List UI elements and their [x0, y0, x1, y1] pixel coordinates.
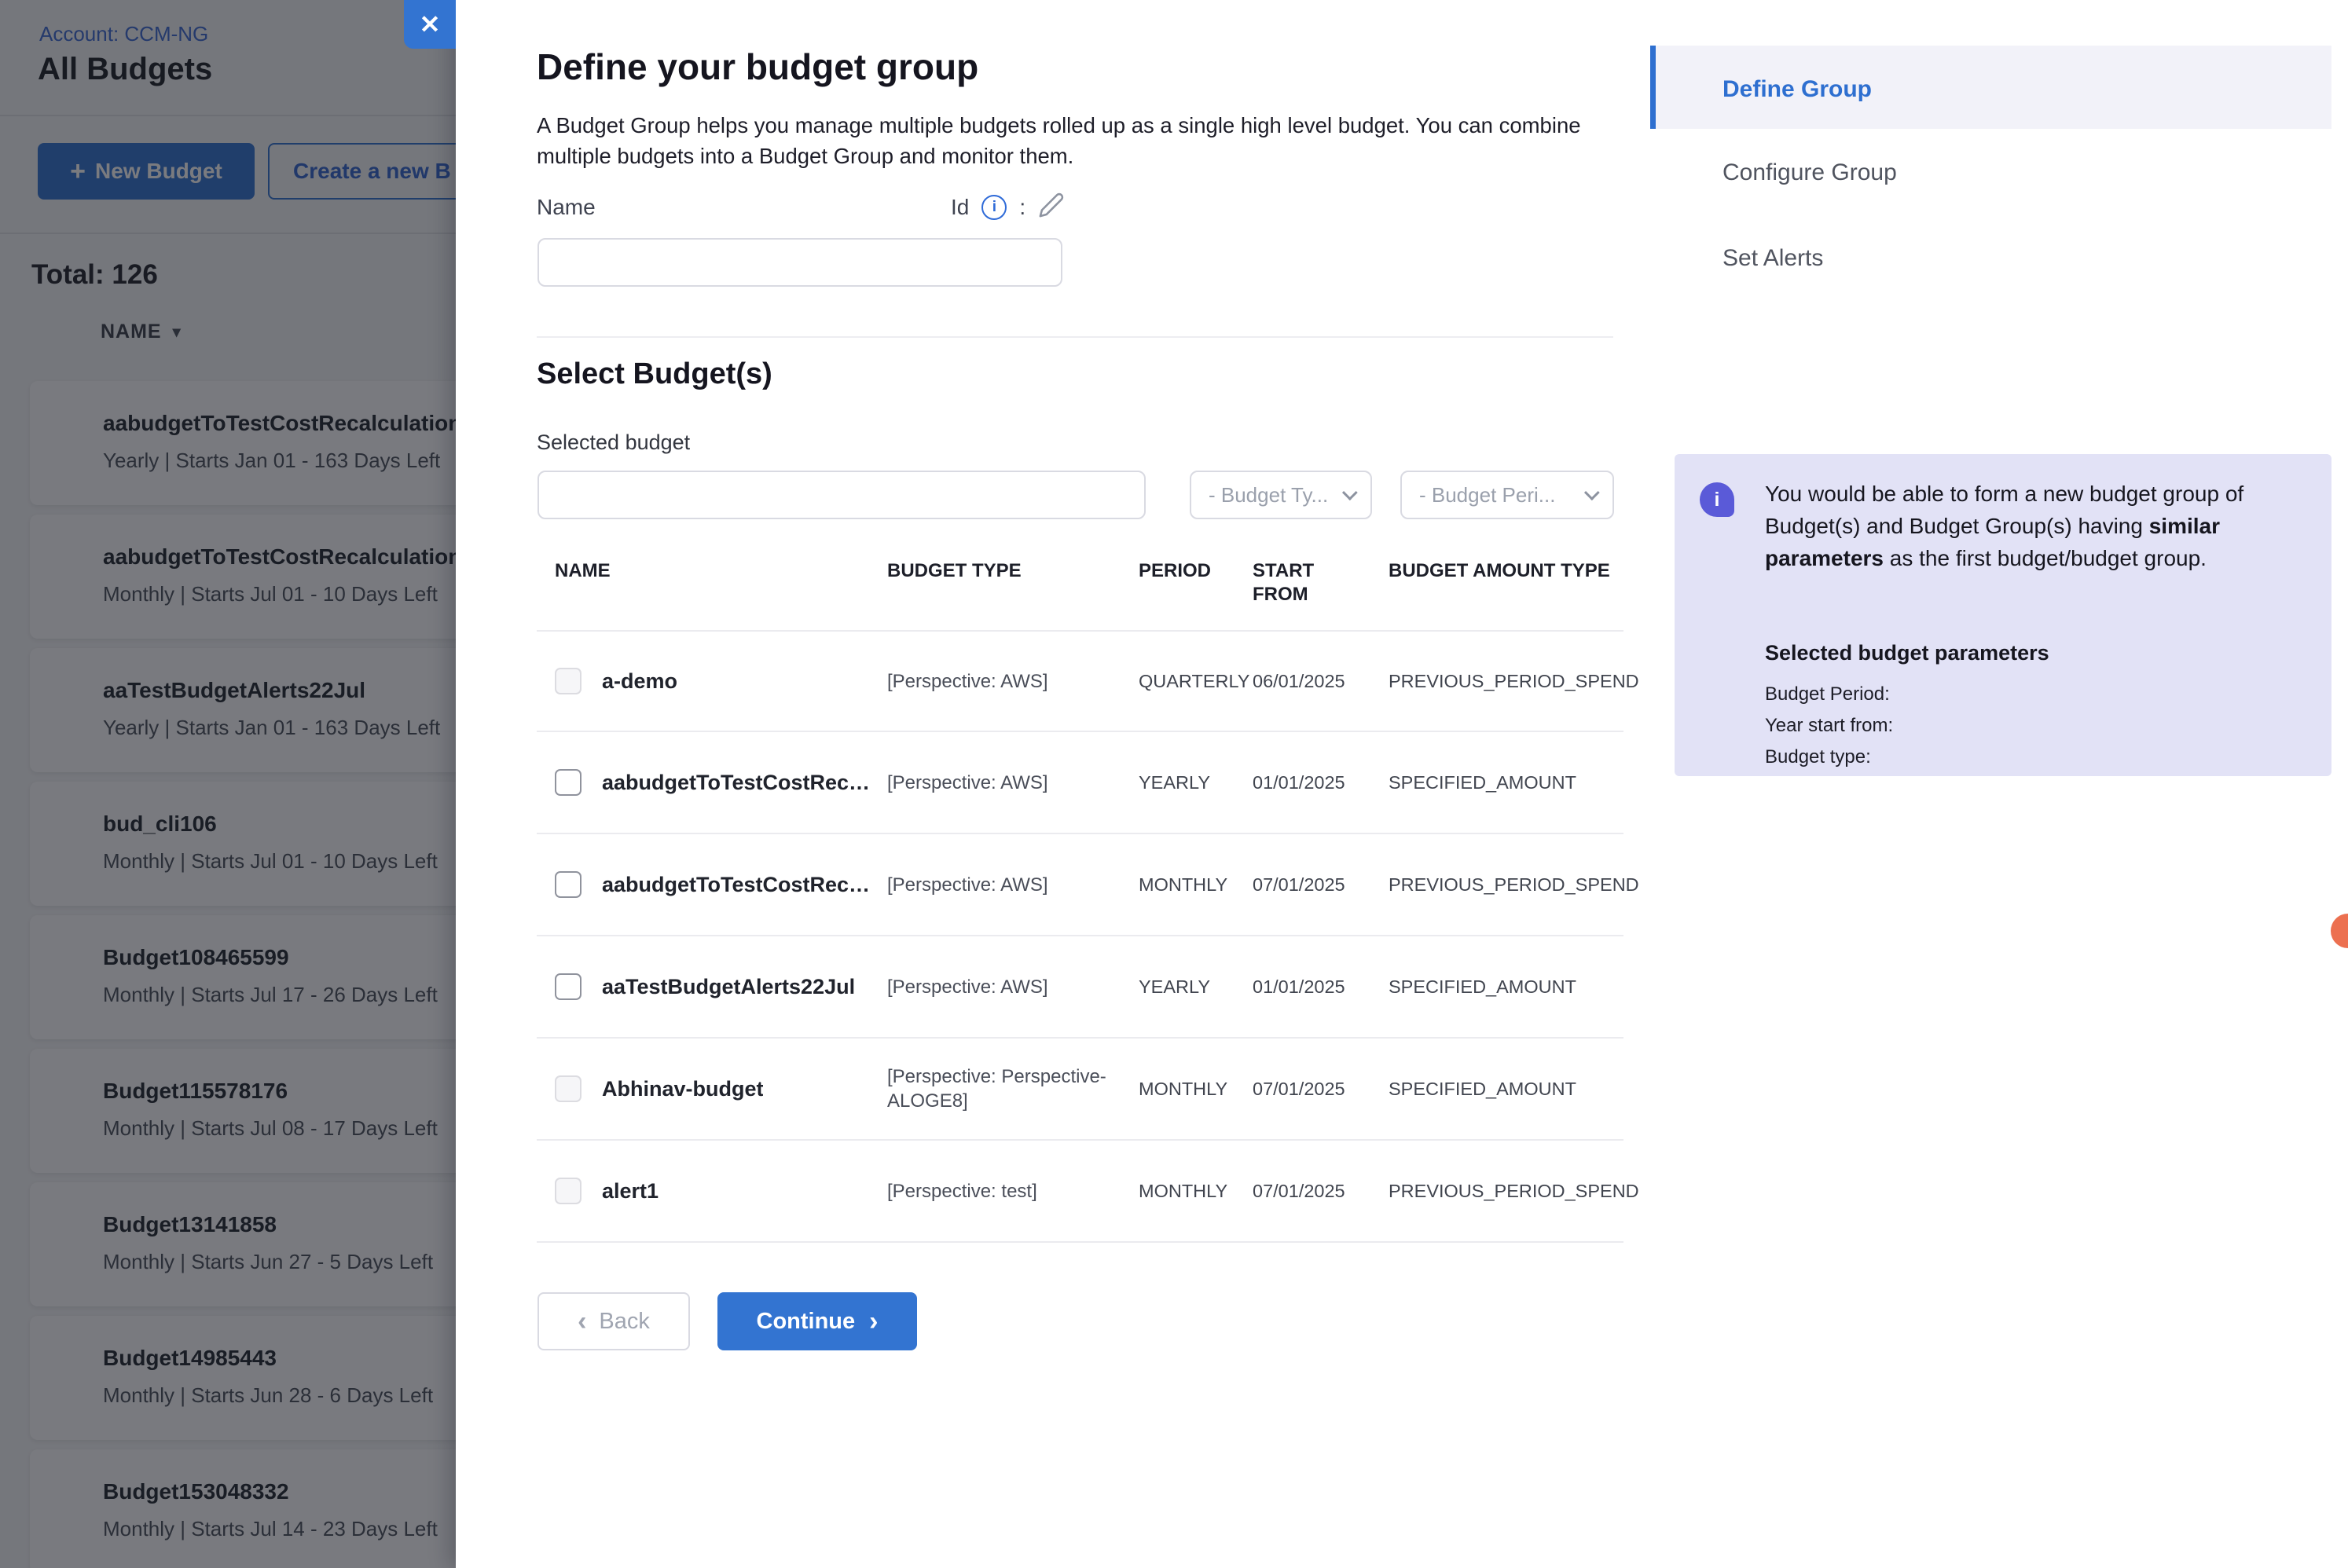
header-period: PERIOD: [1139, 559, 1237, 606]
chevron-down-icon: [1584, 485, 1600, 500]
budget-table-body: a-demo [Perspective: AWS] QUARTERLY 06/0…: [537, 630, 1623, 1243]
param-year-start: Year start from:: [1765, 715, 1893, 737]
continue-label: Continue: [757, 1309, 856, 1335]
row-name: aaTestBudgetAlerts22Jul: [602, 975, 855, 999]
table-row[interactable]: aabudgetToTestCostRecalcul... [Perspecti…: [537, 732, 1623, 834]
id-colon: :: [1019, 195, 1025, 220]
row-start-from: 07/01/2025: [1253, 874, 1373, 896]
drawer-description: A Budget Group helps you manage multiple…: [537, 110, 1637, 171]
row-period: YEARLY: [1139, 976, 1237, 998]
budget-table-header: NAME BUDGET TYPE PERIOD START FROM BUDGE…: [537, 559, 1623, 606]
budget-table: NAME BUDGET TYPE PERIOD START FROM BUDGE…: [537, 559, 1623, 1243]
table-row[interactable]: aabudgetToTestCostRecalcul... [Perspecti…: [537, 834, 1623, 936]
row-name: aabudgetToTestCostRecalcul...: [602, 873, 871, 897]
row-amount-type: SPECIFIED_AMOUNT: [1389, 772, 1616, 793]
info-bubble-glyph: i: [1715, 489, 1720, 511]
budget-type-filter[interactable]: - Budget Ty...: [1190, 471, 1372, 519]
continue-button[interactable]: Continue ›: [717, 1292, 917, 1350]
all-budgets-page: Account: CCM-NG All Budgets + New Budget…: [0, 0, 456, 1568]
budget-period-filter-value: - Budget Peri...: [1419, 483, 1555, 507]
row-start-from: 07/01/2025: [1253, 1181, 1373, 1202]
info-message: You would be able to form a new budget g…: [1765, 478, 2291, 574]
table-row[interactable]: aaTestBudgetAlerts22Jul [Perspective: AW…: [537, 936, 1623, 1039]
header-budget-type: BUDGET TYPE: [887, 559, 1123, 606]
row-amount-type: SPECIFIED_AMOUNT: [1389, 1079, 1616, 1100]
forward-chevron-icon: ›: [869, 1308, 878, 1335]
row-checkbox[interactable]: [555, 871, 581, 898]
param-budget-period: Budget Period:: [1765, 683, 1890, 705]
info-icon-glyph: i: [992, 199, 996, 216]
param-budget-type: Budget type:: [1765, 746, 1871, 768]
row-checkbox[interactable]: [555, 668, 581, 694]
budget-period-filter[interactable]: - Budget Peri...: [1400, 471, 1614, 519]
back-chevron-icon: ‹: [578, 1308, 586, 1335]
info-message-suffix: as the first budget/budget group.: [1884, 546, 2207, 570]
row-start-from: 01/01/2025: [1253, 976, 1373, 998]
budget-type-filter-value: - Budget Ty...: [1209, 483, 1328, 507]
row-name: aabudgetToTestCostRecalcul...: [602, 771, 871, 795]
row-period: QUARTERLY: [1139, 671, 1237, 692]
step-define-group[interactable]: Define Group: [1722, 76, 1872, 103]
row-amount-type: PREVIOUS_PERIOD_SPEND: [1389, 1181, 1616, 1202]
step-set-alerts[interactable]: Set Alerts: [1722, 245, 1823, 272]
row-amount-type: PREVIOUS_PERIOD_SPEND: [1389, 671, 1616, 692]
back-button[interactable]: ‹ Back: [537, 1292, 690, 1350]
header-budget-amount-type: BUDGET AMOUNT TYPE: [1389, 559, 1616, 606]
select-budgets-heading: Select Budget(s): [537, 357, 772, 391]
row-checkbox[interactable]: [555, 769, 581, 796]
step-configure-group[interactable]: Configure Group: [1722, 159, 1897, 186]
selected-budget-label: Selected budget: [537, 430, 690, 455]
close-icon: ✕: [420, 9, 441, 39]
screen: Account: CCM-NG All Budgets + New Budget…: [0, 0, 2348, 1568]
drawer-title: Define your budget group: [537, 46, 978, 88]
chevron-down-icon: [1342, 485, 1358, 500]
row-budget-type: [Perspective: AWS]: [887, 975, 1123, 999]
table-row[interactable]: alert1 [Perspective: test] MONTHLY 07/01…: [537, 1141, 1623, 1243]
name-field-label: Name: [537, 195, 596, 220]
info-icon[interactable]: i: [981, 195, 1007, 220]
close-button[interactable]: ✕: [404, 0, 456, 49]
budget-search-input[interactable]: [537, 471, 1146, 519]
selected-parameters-heading: Selected budget parameters: [1765, 641, 2049, 665]
header-name: NAME: [555, 559, 871, 606]
row-period: MONTHLY: [1139, 1079, 1237, 1100]
row-amount-type: SPECIFIED_AMOUNT: [1389, 976, 1616, 998]
row-start-from: 01/01/2025: [1253, 772, 1373, 793]
info-panel: i You would be able to form a new budget…: [1675, 454, 2331, 776]
row-budget-type: [Perspective: AWS]: [887, 669, 1123, 694]
row-checkbox[interactable]: [555, 1075, 581, 1102]
header-start-from: START FROM: [1253, 559, 1373, 606]
active-step-indicator: [1650, 46, 1656, 129]
row-name: Abhinav-budget: [602, 1077, 763, 1101]
row-budget-type: [Perspective: AWS]: [887, 771, 1123, 795]
row-name: alert1: [602, 1179, 659, 1203]
table-row[interactable]: a-demo [Perspective: AWS] QUARTERLY 06/0…: [537, 630, 1623, 732]
row-checkbox[interactable]: [555, 973, 581, 1000]
row-period: MONTHLY: [1139, 1181, 1237, 1202]
row-budget-type: [Perspective: Perspective-ALOGE8]: [887, 1064, 1123, 1113]
group-name-input[interactable]: [537, 238, 1062, 287]
id-row: Id i :: [951, 192, 1065, 222]
budget-group-drawer: ✕ Define your budget group A Budget Grou…: [456, 0, 2348, 1568]
edit-icon[interactable]: [1038, 192, 1065, 222]
modal-overlay[interactable]: [0, 0, 456, 1568]
row-period: MONTHLY: [1139, 874, 1237, 896]
id-label: Id: [951, 195, 969, 220]
row-period: YEARLY: [1139, 772, 1237, 793]
back-label: Back: [599, 1309, 649, 1335]
table-row[interactable]: Abhinav-budget [Perspective: Perspective…: [537, 1039, 1623, 1141]
row-name: a-demo: [602, 669, 677, 694]
info-bubble-icon: i: [1700, 482, 1734, 517]
section-divider: [537, 336, 1613, 338]
row-budget-type: [Perspective: AWS]: [887, 873, 1123, 897]
row-start-from: 06/01/2025: [1253, 671, 1373, 692]
row-start-from: 07/01/2025: [1253, 1079, 1373, 1100]
row-checkbox[interactable]: [555, 1178, 581, 1204]
row-amount-type: PREVIOUS_PERIOD_SPEND: [1389, 874, 1616, 896]
row-budget-type: [Perspective: test]: [887, 1179, 1123, 1203]
